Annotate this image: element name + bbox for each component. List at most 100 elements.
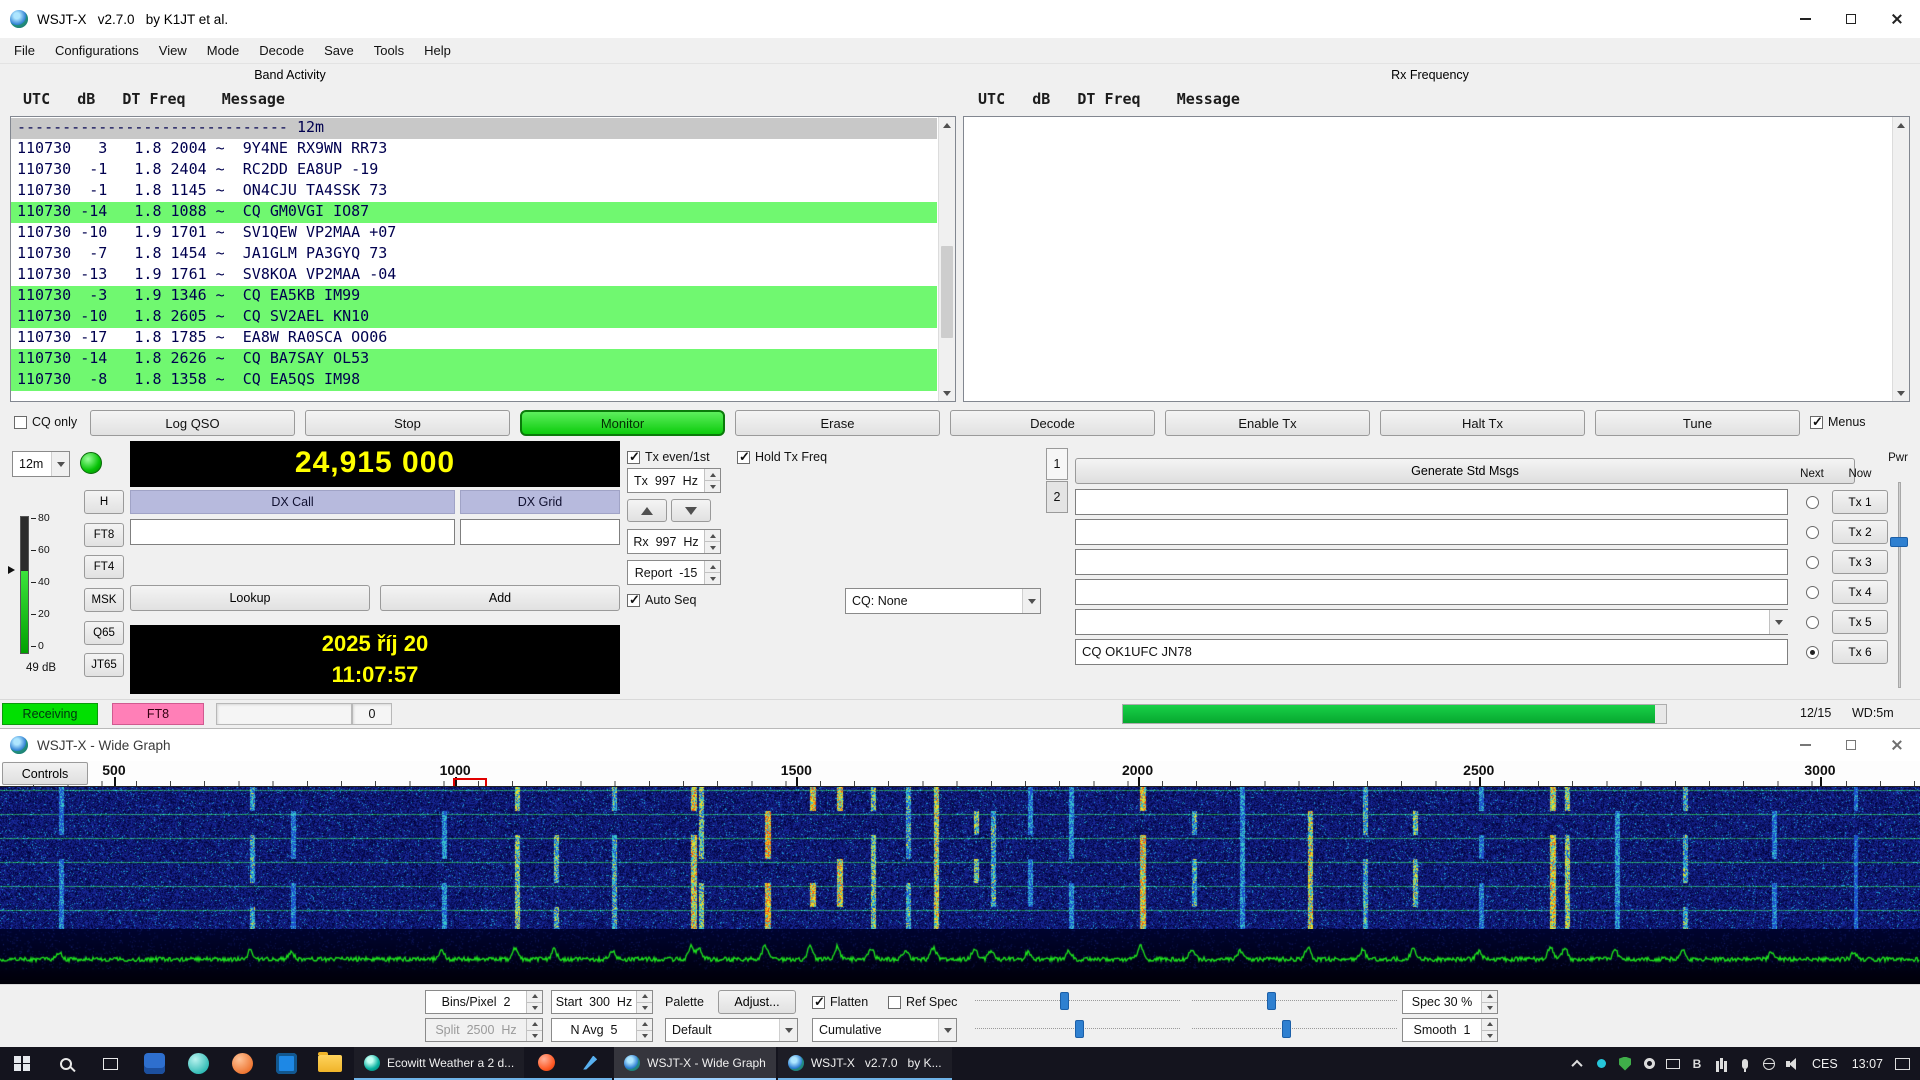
smooth-spinner[interactable]: Smooth 1 [1402, 1018, 1498, 1042]
pinned-orange-app[interactable] [220, 1047, 264, 1080]
generate-std-msgs-button[interactable]: Generate Std Msgs [1075, 458, 1855, 484]
tray-teal-app[interactable] [1589, 1047, 1613, 1080]
tx-up-button[interactable] [627, 499, 667, 522]
decode-row[interactable]: 110730 -8 1.8 1358 ~ CQ EA5QS IM98 [11, 370, 937, 391]
tx-down-button[interactable] [671, 499, 711, 522]
pwr-slider-handle[interactable] [1890, 537, 1908, 547]
now-tx6-button[interactable]: Tx 6 [1832, 640, 1888, 664]
tray-expand-button[interactable] [1565, 1047, 1589, 1080]
menu-tools[interactable]: Tools [364, 39, 414, 62]
menus-checkbox[interactable]: Menus [1810, 415, 1866, 429]
tx-message-1-field[interactable] [1075, 489, 1788, 515]
dx-call-input[interactable] [130, 519, 455, 545]
minimize-icon[interactable] [1782, 0, 1828, 38]
tab-2[interactable]: 2 [1046, 481, 1068, 513]
dx-grid-input[interactable] [460, 519, 620, 545]
notification-button[interactable] [1890, 1047, 1914, 1080]
next-radio-1[interactable] [1806, 496, 1819, 509]
tx-message-4-field[interactable] [1075, 579, 1788, 605]
task-orange-ball-app[interactable] [524, 1047, 568, 1080]
task-wide-graph[interactable]: WSJT-X - Wide Graph [614, 1047, 776, 1080]
tx-message-6-field[interactable]: CQ OK1UFC JN78 [1075, 639, 1788, 665]
spinner-arrows[interactable] [704, 561, 720, 584]
menu-view[interactable]: View [149, 39, 197, 62]
tray-display[interactable] [1661, 1047, 1685, 1080]
tray-microphone[interactable] [1733, 1047, 1757, 1080]
pinned-teal-app[interactable] [176, 1047, 220, 1080]
mode-button-h[interactable]: H [84, 490, 124, 514]
report-spinner[interactable]: Report -15 [627, 560, 721, 585]
menu-mode[interactable]: Mode [197, 39, 250, 62]
main-titlebar[interactable]: WSJT-X v2.7.0 by K1JT et al. [0, 0, 1920, 38]
decode-row[interactable]: ------------------------------ 12m [11, 118, 937, 139]
spectrum-zero-slider[interactable] [1192, 1018, 1397, 1040]
menu-file[interactable]: File [4, 39, 45, 62]
auto-seq-checkbox[interactable]: Auto Seq [627, 593, 696, 607]
slider-handle[interactable] [1075, 1020, 1084, 1038]
spinner-arrows[interactable] [1481, 991, 1497, 1013]
scroll-down-icon[interactable] [939, 385, 955, 401]
next-radio-3[interactable] [1806, 556, 1819, 569]
n-avg-spinner[interactable]: N Avg 5 [551, 1018, 653, 1042]
menu-decode[interactable]: Decode [249, 39, 314, 62]
tx-freq-spinner[interactable]: Tx 997 Hz [627, 468, 721, 493]
task-wsjtx-main[interactable]: WSJT-X v2.7.0 by K... [778, 1047, 952, 1080]
decode-row[interactable]: 110730 -1 1.8 2404 ~ RC2DD EA8UP -19 [11, 160, 937, 181]
next-radio-5[interactable] [1806, 616, 1819, 629]
decode-row[interactable]: 110730 -17 1.8 1785 ~ EA8W RA0SCA OO06 [11, 328, 937, 349]
waterfall-canvas[interactable] [0, 787, 1920, 929]
erase-button[interactable]: Erase [735, 410, 940, 436]
now-tx3-button[interactable]: Tx 3 [1832, 550, 1888, 574]
close-icon[interactable] [1874, 729, 1920, 761]
band-select[interactable]: 12m [12, 451, 70, 477]
pinned-blue-app[interactable] [264, 1047, 308, 1080]
decode-button[interactable]: Decode [950, 410, 1155, 436]
language-indicator[interactable]: CES [1805, 1057, 1845, 1071]
now-tx5-button[interactable]: Tx 5 [1832, 610, 1888, 634]
band-activity-panel[interactable]: ------------------------------ 12m 110730… [10, 116, 956, 402]
menu-configurations[interactable]: Configurations [45, 39, 149, 62]
cq-direction-select[interactable]: CQ: None [845, 588, 1041, 614]
now-tx1-button[interactable]: Tx 1 [1832, 490, 1888, 514]
hold-tx-freq-checkbox[interactable]: Hold Tx Freq [737, 450, 827, 464]
tx-message-5-field[interactable] [1075, 609, 1788, 635]
adjust-button[interactable]: Adjust... [718, 990, 796, 1014]
decode-row[interactable]: 110730 -3 1.9 1346 ~ CQ EA5KB IM99 [11, 286, 937, 307]
tx-message-2-field[interactable] [1075, 519, 1788, 545]
mode-button-jt65[interactable]: JT65 [84, 653, 124, 677]
slider-handle[interactable] [1267, 992, 1276, 1010]
rx-freq-spinner[interactable]: Rx 997 Hz [627, 529, 721, 554]
ref-spec-checkbox[interactable]: Ref Spec [888, 995, 957, 1009]
log-qso-button[interactable]: Log QSO [90, 410, 295, 436]
flatten-checkbox[interactable]: Flatten [812, 995, 868, 1009]
tray-bluetooth[interactable]: B [1685, 1047, 1709, 1080]
slider-handle[interactable] [1282, 1020, 1291, 1038]
decode-row[interactable]: 110730 -10 1.8 2605 ~ CQ SV2AEL KN10 [11, 307, 937, 328]
decode-row[interactable]: 110730 -10 1.9 1701 ~ SV1QEW VP2MAA +07 [11, 223, 937, 244]
close-icon[interactable] [1874, 0, 1920, 38]
spec-percent-spinner[interactable]: Spec 30 % [1402, 990, 1498, 1014]
now-tx2-button[interactable]: Tx 2 [1832, 520, 1888, 544]
lookup-button[interactable]: Lookup [130, 585, 370, 611]
tx-even-checkbox[interactable]: Tx even/1st [627, 450, 710, 464]
task-quill-app[interactable] [568, 1047, 612, 1080]
tx-message-3-field[interactable] [1075, 549, 1788, 575]
file-explorer-button[interactable] [308, 1047, 352, 1080]
spinner-arrows[interactable] [636, 1019, 652, 1041]
decode-row[interactable]: 110730 -13 1.9 1761 ~ SV8KOA VP2MAA -04 [11, 265, 937, 286]
now-tx4-button[interactable]: Tx 4 [1832, 580, 1888, 604]
scroll-up-icon[interactable] [939, 117, 955, 133]
maximize-icon[interactable] [1828, 0, 1874, 38]
next-radio-6[interactable] [1806, 646, 1819, 659]
spinner-arrows[interactable] [704, 530, 720, 553]
band-activity-scrollbar[interactable] [938, 117, 955, 401]
search-button[interactable] [44, 1047, 88, 1080]
rx-frequency-scrollbar[interactable] [1892, 117, 1909, 401]
spectrum-type-select[interactable]: Cumulative [812, 1018, 957, 1042]
tray-settings[interactable] [1637, 1047, 1661, 1080]
waterfall-zero-slider[interactable] [1192, 990, 1397, 1012]
halt-tx-button[interactable]: Halt Tx [1380, 410, 1585, 436]
decode-row[interactable]: 110730 -7 1.8 1454 ~ JA1GLM PA3GYQ 73 [11, 244, 937, 265]
tray-usb[interactable] [1709, 1047, 1733, 1080]
pinned-save-app[interactable] [132, 1047, 176, 1080]
